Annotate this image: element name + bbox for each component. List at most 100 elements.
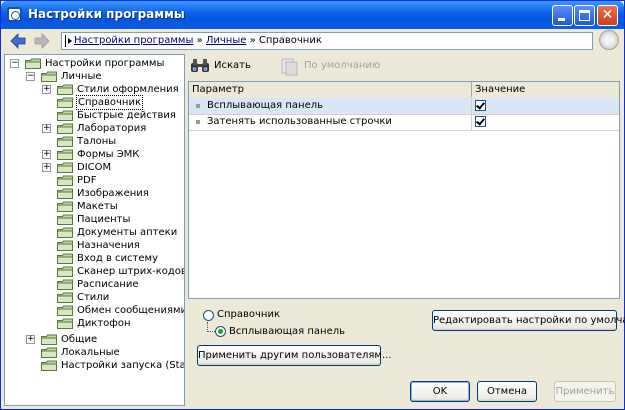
apply-others-button[interactable]: Применить другим пользователям... <box>197 345 392 366</box>
column-divider <box>471 98 472 114</box>
refresh-icon[interactable] <box>599 30 619 50</box>
close-button[interactable]: ✕ <box>597 5 618 26</box>
tree-label: Настройки запуска (StartUp) <box>61 360 185 371</box>
navigation-bar: Настройки программы » Личные » Справочни… <box>1 29 624 53</box>
tree-expand-icon[interactable]: + <box>26 335 35 344</box>
folder-icon <box>57 149 73 160</box>
folder-icon <box>41 334 57 345</box>
tree-label: DICOM <box>77 162 112 173</box>
tree-label: Диктофон <box>77 318 131 329</box>
row-parameter: Затенять использованные строчки <box>207 116 392 127</box>
breadcrumb-marker-icon <box>65 35 72 47</box>
tree-label: Локальные <box>61 347 120 358</box>
edit-defaults-button[interactable]: Редактировать настройки по умолчанию <box>432 310 625 331</box>
breadcrumb-link-settings[interactable]: Настройки программы <box>74 35 193 46</box>
grid-row[interactable]: Затенять использованные строчки <box>189 114 619 131</box>
tree-label: Быстрые действия <box>77 110 176 121</box>
tree-label: Лаборатория <box>77 123 147 134</box>
folder-icon <box>57 318 73 329</box>
tree-label: Формы ЭМК <box>77 149 140 160</box>
row-parameter: Всплывающая панель <box>207 100 324 111</box>
back-arrow-icon[interactable] <box>9 32 27 50</box>
folder-icon <box>57 123 73 134</box>
tree-label: Личные <box>61 71 102 82</box>
tree-label: Справочник <box>76 95 143 110</box>
window-title: Настройки программы <box>28 7 185 21</box>
folder-icon <box>57 136 73 147</box>
folder-icon <box>25 58 41 69</box>
tree-collapse-icon[interactable]: − <box>10 59 19 68</box>
close-icon: ✕ <box>601 7 614 23</box>
toolbar: Искать По умолчанию <box>188 56 618 80</box>
column-header-value[interactable]: Значение <box>472 82 619 97</box>
folder-icon <box>41 71 57 82</box>
folder-icon <box>57 266 73 277</box>
row-bullet-icon <box>196 120 200 124</box>
tree-label: Настройки программы <box>45 58 165 69</box>
folder-icon <box>57 214 73 225</box>
cancel-button[interactable]: Отмена <box>477 381 537 402</box>
ok-button[interactable]: OK <box>410 381 470 402</box>
column-header-parameter[interactable]: Параметр <box>189 82 472 97</box>
document-icon <box>281 58 298 76</box>
folder-icon <box>57 201 73 212</box>
folder-icon <box>57 110 73 121</box>
search-button[interactable]: Искать <box>190 56 251 78</box>
radio-reference-label: Справочник <box>217 309 280 320</box>
binoculars-icon <box>191 59 209 72</box>
radio-connector <box>207 322 215 332</box>
tree-label: PDF <box>77 175 97 186</box>
tree-label: Вход в систему <box>77 253 158 264</box>
forward-arrow-icon[interactable] <box>33 32 51 50</box>
tree-label: Общие <box>61 334 98 345</box>
grid-header: Параметр Значение <box>189 82 619 99</box>
tree-label: Талоны <box>77 136 117 147</box>
folder-icon <box>57 279 73 290</box>
folder-icon <box>57 253 73 264</box>
breadcrumb-separator: » <box>249 35 256 46</box>
grid-row[interactable]: Всплывающая панель <box>189 98 619 115</box>
folder-icon <box>57 97 73 108</box>
column-divider <box>471 114 472 130</box>
maximize-icon <box>579 10 590 21</box>
tree-label: Документы аптеки <box>77 227 178 238</box>
default-button[interactable]: По умолчанию <box>280 56 380 78</box>
tree-expand-icon[interactable]: + <box>42 163 51 172</box>
tree-label: Сканер штрих-кодов <box>77 266 185 277</box>
maximize-button[interactable] <box>574 5 595 26</box>
folder-icon <box>41 347 57 358</box>
folder-icon <box>57 305 73 316</box>
tree-expand-icon[interactable]: + <box>42 85 51 94</box>
radio-popup[interactable] <box>215 326 226 337</box>
radio-reference[interactable] <box>203 310 214 321</box>
row-value-checkbox[interactable] <box>475 116 486 127</box>
minimize-button[interactable] <box>552 5 573 26</box>
folder-icon <box>57 84 73 95</box>
tree-label: Пациенты <box>77 214 131 225</box>
search-label: Искать <box>214 60 251 71</box>
folder-icon <box>57 188 73 199</box>
title-bar[interactable]: Настройки программы ✕ <box>1 1 624 29</box>
tree-expand-icon[interactable]: + <box>42 124 51 133</box>
breadcrumb: Настройки программы » Личные » Справочни… <box>61 32 593 50</box>
tree-label: Назначения <box>77 240 140 251</box>
app-icon <box>7 7 22 22</box>
tree-expand-icon[interactable]: + <box>42 150 51 159</box>
folder-icon <box>41 360 57 371</box>
tree-collapse-icon[interactable]: − <box>26 72 35 81</box>
default-label: По умолчанию <box>304 60 381 71</box>
breadcrumb-link-personal[interactable]: Личные <box>206 35 247 46</box>
row-value-checkbox[interactable] <box>475 100 486 111</box>
apply-button[interactable]: Применить <box>554 381 616 402</box>
folder-icon <box>57 240 73 251</box>
settings-tree: − Настройки программы − Личные + Стили оф… <box>4 54 185 406</box>
folder-icon <box>57 227 73 238</box>
tree-label: Обмен сообщениями <box>77 305 185 316</box>
breadcrumb-current: Справочник <box>258 35 322 46</box>
minimize-icon <box>558 18 565 21</box>
folder-icon <box>57 162 73 173</box>
folder-icon <box>57 175 73 186</box>
settings-window: Настройки программы ✕ Настройки программ… <box>0 0 625 410</box>
tree-label: Расписание <box>77 279 139 290</box>
tree-label: Изображения <box>77 188 149 199</box>
